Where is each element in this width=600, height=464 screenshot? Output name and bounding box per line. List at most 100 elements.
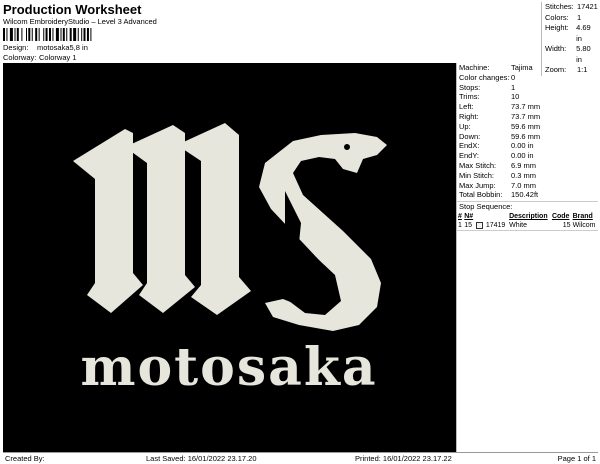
barcode-bar — [26, 28, 27, 41]
stop-sequence-body: 1 15 17419 White 15 Wilcom — [457, 221, 598, 232]
page-number: Page 1 of 1 — [557, 454, 596, 463]
width-label: Width: — [545, 44, 567, 53]
machine-info-value: 0.3 mm — [511, 170, 537, 180]
width-value: 5.80 in — [576, 44, 591, 64]
machine-info-label: Max Jump: — [459, 180, 496, 190]
worksheet-header: Production Worksheet Wilcom EmbroiderySt… — [3, 2, 453, 63]
machine-info-value: 1 — [511, 82, 516, 92]
barcode-bar — [9, 28, 13, 41]
machine-info-label: Min Stitch: — [459, 170, 495, 180]
machine-info-value: 10 — [511, 92, 520, 102]
colorway-value: Colorway 1 — [39, 53, 77, 62]
color-swatch-icon — [475, 221, 483, 229]
machine-info-label: Stops: — [459, 82, 481, 92]
created-by: Created By: — [5, 454, 45, 463]
barcode-icon — [3, 28, 92, 41]
barcode-bar — [60, 28, 62, 41]
colors-label: Colors: — [545, 12, 569, 22]
barcode-bar — [73, 28, 77, 41]
machine-info-label: Down: — [459, 131, 481, 141]
thread-brand: Wilcom — [571, 221, 598, 232]
machine-info-list: Machine: Tajima Color changes: 0 Stops: 1 Trim… — [457, 63, 598, 200]
page-title: Production Worksheet — [3, 2, 142, 17]
machine-info-row: Right: 73.7 mm — [457, 112, 598, 122]
height-value: 4.69 in — [576, 23, 591, 43]
machine-info-row: Color changes: 0 — [457, 73, 598, 83]
software-subtitle: Wilcom EmbroideryStudio – Level 3 Advanc… — [3, 17, 157, 26]
machine-info-row: Stops: 1 — [457, 83, 598, 93]
machine-info-value: 73.7 mm — [511, 102, 541, 112]
machine-info-label: EndX: — [459, 141, 480, 151]
color-swatch: 17419 — [474, 221, 509, 232]
machine-info-value: 0.00 in — [511, 141, 534, 151]
machine-info-row: EndX: 0.00 in — [457, 141, 598, 151]
width-row: Width: 5.80 in — [545, 44, 598, 65]
colors-row: Colors: 1 — [545, 13, 598, 24]
barcode-bar — [81, 28, 83, 41]
machine-info-label: Max Stitch: — [459, 160, 497, 170]
barcode-bar — [6, 28, 8, 41]
machine-info-label: Left: — [459, 102, 474, 112]
machine-info-panel: Machine: Tajima Color changes: 0 Stops: 1 Trim… — [456, 63, 598, 452]
embroidery-design: motosaka — [73, 123, 387, 398]
barcode-bar — [35, 28, 38, 41]
stop-sequence-column-header: N# — [464, 213, 474, 221]
barcode-bar — [66, 28, 68, 41]
colorway-label: Colorway: — [3, 53, 37, 62]
machine-info-label: EndY: — [459, 151, 480, 161]
machine-info-row: Down: 59.6 mm — [457, 132, 598, 142]
monogram-ms — [73, 123, 387, 331]
stitches-row: Stitches: 17421 — [545, 2, 598, 13]
barcode-bar — [43, 28, 45, 41]
barcode-bar — [28, 28, 31, 41]
barcode-bar — [86, 28, 89, 41]
printed-date: Printed: 16/01/2022 23.17.22 — [355, 454, 452, 463]
stitches-label: Stitches: — [545, 2, 574, 11]
machine-info-label: Machine: — [459, 63, 490, 72]
design-preview: motosaka — [3, 63, 456, 452]
barcode-bar — [49, 28, 51, 41]
barcode-bar — [77, 28, 79, 41]
thread-description: White — [508, 221, 551, 232]
machine-info-row: Max Jump: 7.0 mm — [457, 181, 598, 191]
barcode-bar — [38, 28, 40, 41]
barcode-bar — [62, 28, 65, 41]
table-row: 1 15 17419 White 15 Wilcom — [457, 221, 598, 232]
barcode-bar — [52, 28, 54, 41]
stop-sequence-table: # N# Description Code Brand 1 15 17419 White 15 W… — [457, 212, 598, 232]
stitches-value: 17421 — [577, 2, 598, 11]
barcode-bar — [31, 28, 33, 41]
machine-info-row: Total Bobbin: 150.42ft — [457, 190, 598, 200]
machine-info-value: 0.00 in — [511, 151, 534, 161]
machine-info-value: Tajima — [511, 63, 533, 72]
stop-sequence-column-header: Code — [551, 213, 570, 221]
machine-info-value: 59.6 mm — [511, 131, 541, 141]
design-row: Design: motosaka5,8 in — [3, 43, 453, 53]
machine-info-value: 0 — [511, 72, 516, 82]
machine-info-row: Min Stitch: 0.3 mm — [457, 171, 598, 181]
design-label: Design: — [3, 43, 29, 52]
machine-info-row: Up: 59.6 mm — [457, 122, 598, 132]
colorway-row: Colorway: Colorway 1 — [3, 53, 453, 63]
stop-sequence-column-header: Brand — [572, 213, 593, 221]
machine-info-value: 59.6 mm — [511, 121, 541, 131]
needle-number: 15 — [463, 221, 475, 232]
barcode-bar — [83, 28, 86, 41]
barcode-bar — [90, 28, 92, 41]
design-value: motosaka5,8 in — [37, 43, 88, 52]
machine-info-value: 150.42ft — [511, 190, 539, 200]
stop-sequence-title: Stop Sequence: — [457, 201, 598, 212]
machine-info-row: Left: 73.7 mm — [457, 102, 598, 112]
machine-info-value: 73.7 mm — [511, 111, 541, 121]
barcode-bar — [55, 28, 59, 41]
thread-code: 15 — [550, 221, 572, 232]
machine-info-label: Up: — [459, 121, 471, 131]
barcode-bar — [14, 28, 16, 41]
stitch-count: 17419 — [485, 222, 506, 230]
colors-value: 1 — [577, 12, 582, 22]
machine-info-value: 6.9 mm — [511, 160, 537, 170]
barcode-bar — [21, 28, 23, 41]
barcode-bar — [69, 28, 72, 41]
machine-info-label: Total Bobbin: — [459, 190, 503, 200]
stop-sequence-column-header: Description — [509, 213, 548, 221]
